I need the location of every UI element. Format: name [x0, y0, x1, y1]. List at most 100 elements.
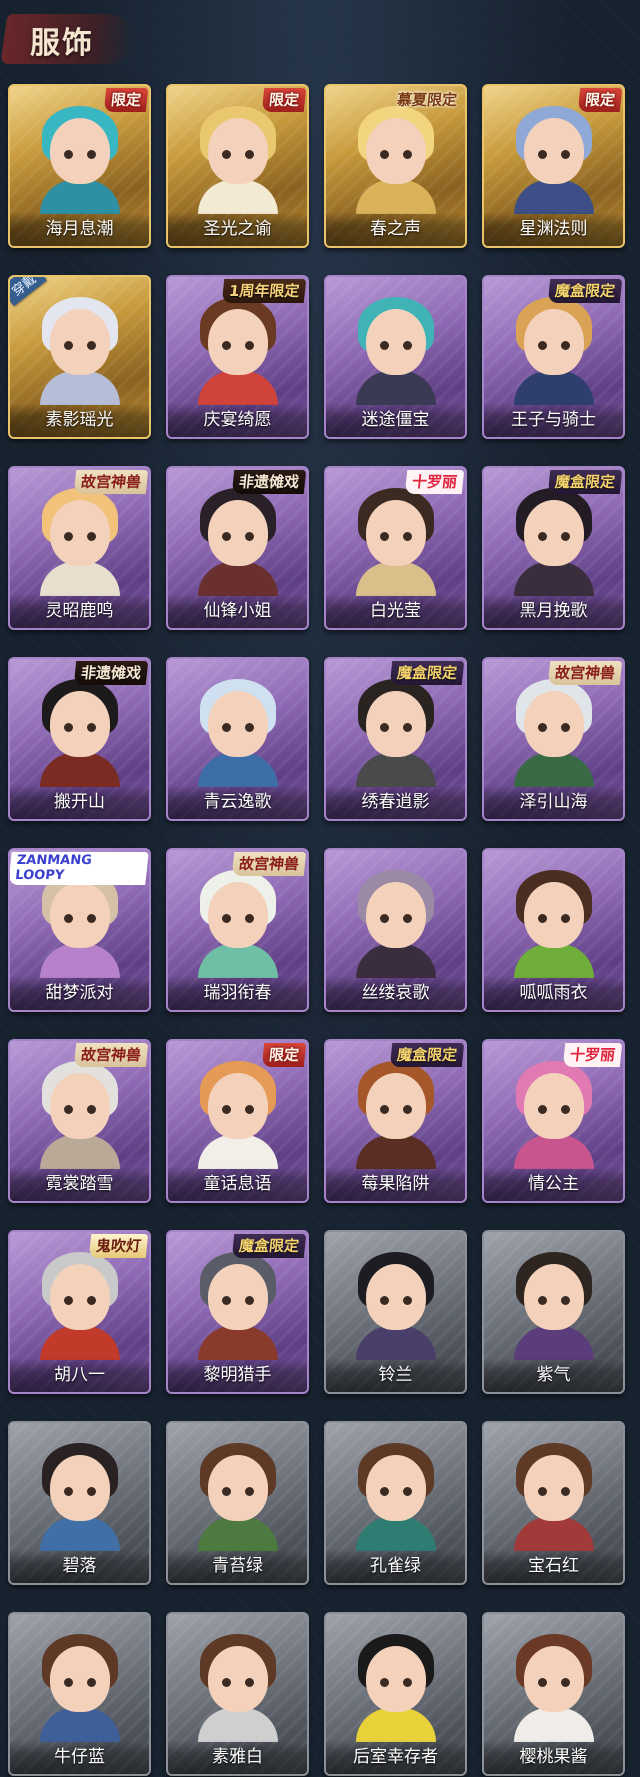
limited-tag: 魔盒限定: [389, 1043, 465, 1067]
costume-card[interactable]: 铃兰: [324, 1230, 467, 1394]
character-portrait: [34, 291, 126, 405]
costume-card[interactable]: 迷途僵宝: [324, 275, 467, 439]
costume-card[interactable]: 限定 童话息语: [166, 1039, 309, 1203]
costume-name: 春之声: [370, 219, 421, 239]
limited-tag: 魔盒限定: [547, 279, 623, 303]
costume-name: 迷途僵宝: [361, 410, 430, 430]
costume-card[interactable]: 丝缕哀歌: [324, 848, 467, 1012]
costume-name: 宝石红: [528, 1556, 579, 1576]
limited-tag: 十罗丽: [562, 1043, 623, 1067]
costume-name: 紫气: [536, 1365, 571, 1385]
costume-card[interactable]: 孔雀绿: [324, 1421, 467, 1585]
character-portrait: [34, 1055, 126, 1169]
costume-card[interactable]: 魔盒限定黑月挽歌: [482, 466, 625, 630]
costume-card[interactable]: 素雅白: [166, 1612, 309, 1776]
costume-name: 牛仔蓝: [54, 1747, 105, 1767]
character-portrait: [34, 1246, 126, 1360]
character-portrait: [350, 1628, 442, 1742]
costume-card[interactable]: 限定星渊法则: [482, 84, 625, 248]
character-portrait: [508, 291, 600, 405]
costume-card[interactable]: 碧落: [8, 1421, 151, 1585]
character-portrait: [350, 1437, 442, 1551]
character-portrait: [350, 864, 442, 978]
character-portrait: [350, 482, 442, 596]
costume-name: 霓裳踏雪: [45, 1174, 114, 1194]
character-portrait: [350, 291, 442, 405]
costume-name: 黎明猎手: [203, 1365, 272, 1385]
costume-card[interactable]: 魔盒限定黎明猎手: [166, 1230, 309, 1394]
costume-name: 樱桃果酱: [519, 1747, 588, 1767]
costume-card[interactable]: 故宫神兽 灵昭鹿鸣: [8, 466, 151, 630]
costume-card[interactable]: 牛仔蓝: [8, 1612, 151, 1776]
costume-name: 碧落: [62, 1556, 97, 1576]
costume-name: 黑月挽歌: [519, 601, 588, 621]
costume-name: 素影瑶光: [45, 410, 114, 430]
costume-card[interactable]: 非遗傩戏 搬开山: [8, 657, 151, 821]
costume-grid: 限定 海月息潮 限定 圣光之谕 慕夏限定 春之声 限定 星渊法则 穿戴 素影瑶光 1周年限定 庆宴绮愿…: [8, 84, 632, 1776]
costume-name: 素雅白: [212, 1747, 263, 1767]
limited-tag: 限定: [261, 1043, 307, 1067]
costume-card[interactable]: 限定 海月息潮: [8, 84, 151, 248]
costume-card[interactable]: 魔盒限定 王子与骑士: [482, 275, 625, 439]
limited-tag: 故宫神兽: [547, 661, 623, 685]
costume-card[interactable]: 十罗丽 情公主: [482, 1039, 625, 1203]
limited-tag: 魔盒限定: [389, 661, 465, 685]
costume-card[interactable]: 十罗丽白光莹: [324, 466, 467, 630]
costume-card[interactable]: 樱桃果酱: [482, 1612, 625, 1776]
costume-card[interactable]: 故宫神兽霓裳踏雪: [8, 1039, 151, 1203]
limited-tag: 故宫神兽: [73, 1043, 149, 1067]
costume-card[interactable]: 故宫神兽 瑞羽衔春: [166, 848, 309, 1012]
limited-tag: 十罗丽: [404, 470, 465, 494]
costume-name: 呱呱雨衣: [519, 983, 588, 1003]
costume-card[interactable]: 慕夏限定春之声: [324, 84, 467, 248]
character-portrait: [508, 1246, 600, 1360]
costume-card[interactable]: 非遗傩戏 仙锋小姐: [166, 466, 309, 630]
limited-tag: 限定: [577, 88, 623, 112]
costume-name: 灵昭鹿鸣: [45, 601, 114, 621]
costume-name: 胡八一: [54, 1365, 105, 1385]
limited-tag: 非遗傩戏: [73, 661, 149, 685]
costume-name: 白光莹: [370, 601, 421, 621]
character-portrait: [350, 1055, 442, 1169]
costume-card[interactable]: ZANMANG LOOPY 甜梦派对: [8, 848, 151, 1012]
costume-card[interactable]: 穿戴 素影瑶光: [8, 275, 151, 439]
limited-tag: 魔盒限定: [231, 1234, 307, 1258]
costume-card[interactable]: 魔盒限定 绣春逍影: [324, 657, 467, 821]
costume-card[interactable]: 1周年限定 庆宴绮愿: [166, 275, 309, 439]
limited-tag: 慕夏限定: [396, 91, 458, 109]
limited-tag: 魔盒限定: [547, 470, 623, 494]
costume-name: 庆宴绮愿: [203, 410, 272, 430]
costume-name: 星渊法则: [519, 219, 588, 239]
character-portrait: [192, 100, 284, 214]
character-portrait: [508, 100, 600, 214]
character-portrait: [508, 1628, 600, 1742]
character-portrait: [192, 291, 284, 405]
character-portrait: [34, 100, 126, 214]
page-title: 服饰: [30, 26, 94, 61]
costume-name: 青云逸歌: [203, 792, 272, 812]
costume-card[interactable]: 青云逸歌: [166, 657, 309, 821]
costume-card[interactable]: 宝石红: [482, 1421, 625, 1585]
costume-name: 泽引山海: [519, 792, 588, 812]
costume-card[interactable]: 魔盒限定 莓果陷阱: [324, 1039, 467, 1203]
character-portrait: [508, 864, 600, 978]
costume-card[interactable]: 后室幸存者: [324, 1612, 467, 1776]
costume-card[interactable]: 紫气: [482, 1230, 625, 1394]
character-portrait: [192, 673, 284, 787]
costume-name: 后室幸存者: [353, 1747, 438, 1767]
costume-card[interactable]: 呱呱雨衣: [482, 848, 625, 1012]
character-portrait: [192, 1437, 284, 1551]
limited-tag: 限定: [103, 88, 149, 112]
costume-card[interactable]: 故宫神兽泽引山海: [482, 657, 625, 821]
character-portrait: [34, 673, 126, 787]
limited-tag: 限定: [261, 88, 307, 112]
costume-name: 甜梦派对: [45, 983, 114, 1003]
character-portrait: [34, 1628, 126, 1742]
costume-name: 圣光之谕: [203, 219, 272, 239]
costume-card[interactable]: 青苔绿: [166, 1421, 309, 1585]
character-portrait: [508, 673, 600, 787]
costume-card[interactable]: 限定圣光之谕: [166, 84, 309, 248]
costume-card[interactable]: 鬼吹灯 胡八一: [8, 1230, 151, 1394]
character-portrait: [350, 1246, 442, 1360]
limited-tag: 故宫神兽: [231, 852, 307, 876]
